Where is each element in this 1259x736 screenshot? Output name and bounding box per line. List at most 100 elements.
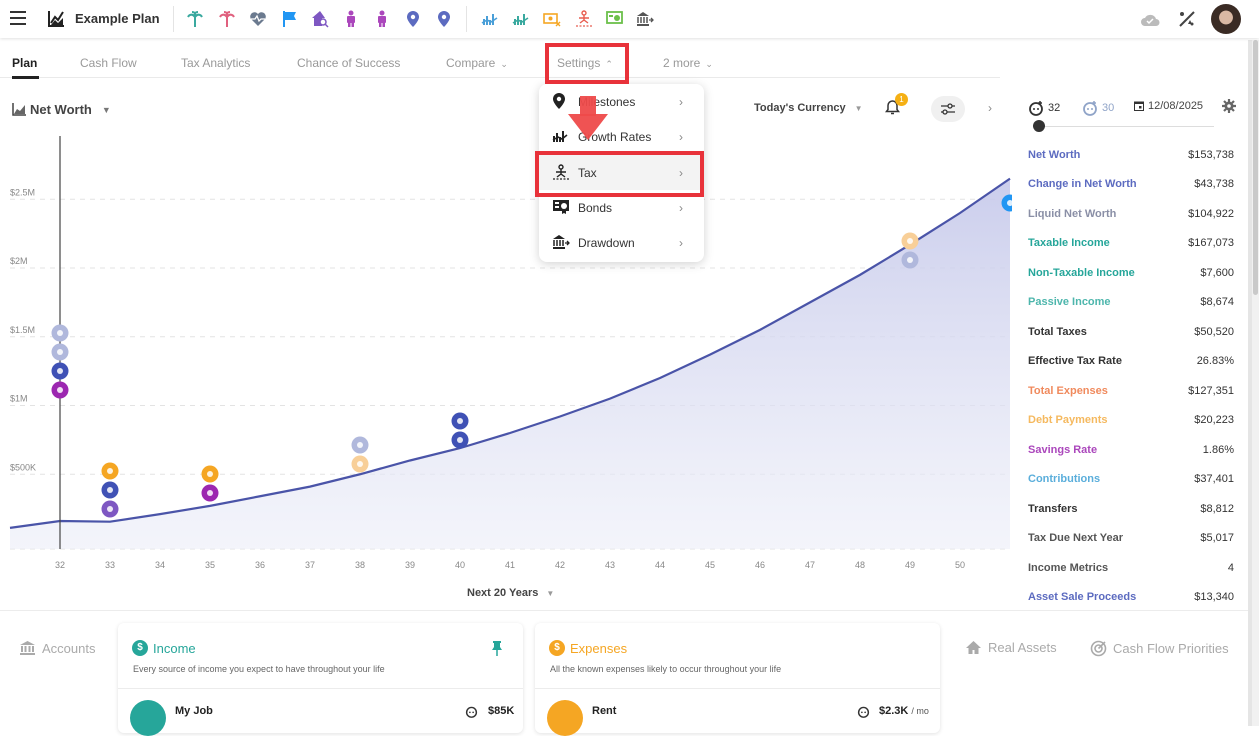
metric-value: 26.83% (1196, 355, 1234, 368)
child-icon-glyph (207, 490, 213, 496)
growth-rates-icon[interactable] (481, 10, 499, 28)
metric-row[interactable]: Liquid Net Worth $104,922 (1028, 199, 1234, 229)
tab-more[interactable]: 2 more ⌄ (663, 56, 713, 70)
metric-row[interactable]: Net Worth $153,738 (1028, 140, 1234, 170)
cloud-sync-icon[interactable] (1140, 11, 1160, 29)
annotation-arrow-down-icon (568, 96, 608, 140)
age-slider-handle[interactable] (1033, 120, 1045, 132)
income-card[interactable]: $ Income Every source of income you expe… (118, 623, 523, 736)
x-tick-label: 40 (455, 560, 465, 570)
income-item-name[interactable]: My Job (175, 705, 213, 717)
tax-money-icon[interactable] (543, 10, 561, 28)
retirement-palm-icon[interactable] (186, 10, 204, 28)
metric-value: $5,017 (1200, 532, 1234, 545)
metric-label: Taxable Income (1028, 237, 1110, 250)
accounts-link[interactable]: Accounts (19, 640, 95, 656)
metric-label: Change in Net Worth (1028, 178, 1137, 191)
house-search-icon-glyph (107, 506, 113, 512)
child-icon-glyph (207, 471, 213, 477)
growth-rates-icon (552, 131, 568, 142)
target-icon (1090, 640, 1107, 657)
metric-row[interactable]: Transfers $8,812 (1028, 494, 1234, 524)
tab-settings[interactable]: Settings ⌃ (557, 56, 613, 70)
tax-icon[interactable] (575, 10, 593, 28)
x-tick-label: 36 (255, 560, 265, 570)
user-avatar[interactable] (1211, 4, 1241, 34)
metric-row[interactable]: Passive Income $8,674 (1028, 288, 1234, 318)
plan-date[interactable]: 12/08/2025 (1134, 100, 1203, 112)
person-icon[interactable] (342, 10, 360, 28)
scrollbar-thumb[interactable] (1253, 40, 1258, 295)
metric-value: $167,073 (1188, 237, 1234, 250)
person-spouse-icon[interactable] (373, 10, 391, 28)
retirement-palm-spouse-icon[interactable] (218, 10, 236, 28)
tab-chance-of-success[interactable]: Chance of Success (297, 56, 400, 70)
currency-label: Today's Currency (754, 102, 846, 114)
real-assets-link[interactable]: Real Assets (965, 640, 1057, 655)
menu-item-drawdown[interactable]: Drawdown › (539, 225, 704, 260)
metric-value: $127,351 (1188, 384, 1234, 397)
pin-icon[interactable] (491, 640, 503, 656)
age-slider-track[interactable] (1036, 126, 1214, 127)
currency-selector[interactable]: Today's Currency ▼ (754, 102, 863, 114)
account-icon-glyph (57, 330, 63, 336)
metric-row[interactable]: Effective Tax Rate 26.83% (1028, 347, 1234, 377)
person-icon-glyph (57, 387, 63, 393)
metric-row[interactable]: Total Taxes $50,520 (1028, 317, 1234, 347)
tab-label: Plan (12, 56, 38, 70)
menu-item-tax[interactable]: Tax › (539, 155, 704, 190)
metric-row[interactable]: Change in Net Worth $43,738 (1028, 170, 1234, 200)
x-tick-label: 35 (205, 560, 215, 570)
location-pin-icon[interactable] (404, 10, 422, 28)
location-pin-icon-glyph (457, 418, 463, 424)
tab-plan[interactable]: Plan (12, 56, 37, 70)
metric-label: Transfers (1028, 502, 1078, 515)
metric-row[interactable]: Tax Due Next Year $5,017 (1028, 524, 1234, 554)
metric-row[interactable]: Total Expenses $127,351 (1028, 376, 1234, 406)
metric-row[interactable]: Income Metrics 4 (1028, 553, 1234, 583)
metric-row[interactable]: Asset Sale Proceeds $13,340 (1028, 583, 1234, 613)
metric-value: $13,340 (1194, 591, 1234, 604)
percent-tools-icon[interactable] (1178, 10, 1196, 28)
tab-tax-analytics[interactable]: Tax Analytics (181, 56, 250, 70)
menu-icon[interactable] (10, 11, 26, 25)
cash-flow-priorities-link[interactable]: Cash Flow Priorities (1090, 640, 1229, 657)
range-selector[interactable]: Next 20 Years ▼ (467, 587, 554, 599)
metric-row[interactable]: Taxable Income $167,073 (1028, 229, 1234, 259)
y-tick-label: $2M (10, 256, 28, 266)
metric-row[interactable]: Savings Rate 1.86% (1028, 435, 1234, 465)
health-heartbeat-icon[interactable] (249, 10, 267, 28)
tab-compare[interactable]: Compare ⌄ (446, 56, 508, 70)
house-search-icon[interactable] (311, 10, 329, 28)
flag-icon[interactable] (281, 10, 299, 28)
chevron-right-icon[interactable]: › (988, 101, 992, 115)
metric-row[interactable]: Non-Taxable Income $7,600 (1028, 258, 1234, 288)
bonds-icon[interactable] (606, 10, 624, 28)
filters-button[interactable] (931, 96, 965, 122)
expense-item-name[interactable]: Rent (592, 705, 616, 717)
metric-row[interactable]: Debt Payments $20,223 (1028, 406, 1234, 436)
tax-icon (553, 164, 569, 180)
tab-label: Cash Flow (80, 56, 137, 70)
x-tick-label: 37 (305, 560, 315, 570)
primary-age[interactable]: 32 (1028, 100, 1060, 116)
location-pin-icon-glyph (457, 437, 463, 443)
drawdown-icon[interactable] (636, 10, 654, 28)
menu-item-bonds[interactable]: Bonds › (539, 190, 704, 225)
metric-selector[interactable]: Net Worth ▼ (12, 102, 111, 117)
location-pin-2-icon[interactable] (435, 10, 453, 28)
chevron-right-icon: › (679, 94, 683, 109)
gear-icon[interactable] (1222, 99, 1236, 113)
house-dollar-icon (547, 700, 583, 736)
menu-item-milestones[interactable]: Milestones › (539, 84, 704, 119)
growth-rates-2-icon[interactable] (512, 10, 530, 28)
tab-cash-flow[interactable]: Cash Flow (80, 56, 137, 70)
metric-row[interactable]: Contributions $37,401 (1028, 465, 1234, 495)
notification-badge: 1 (895, 93, 908, 106)
spouse-age[interactable]: 30 (1082, 100, 1114, 116)
range-label: Next 20 Years (467, 587, 539, 599)
expenses-card[interactable]: $ Expenses All the known expenses likely… (535, 623, 940, 736)
menu-item-growth-rates[interactable]: Growth Rates › (539, 119, 704, 154)
toolbar-divider (466, 6, 467, 32)
metric-label: Non-Taxable Income (1028, 266, 1135, 279)
